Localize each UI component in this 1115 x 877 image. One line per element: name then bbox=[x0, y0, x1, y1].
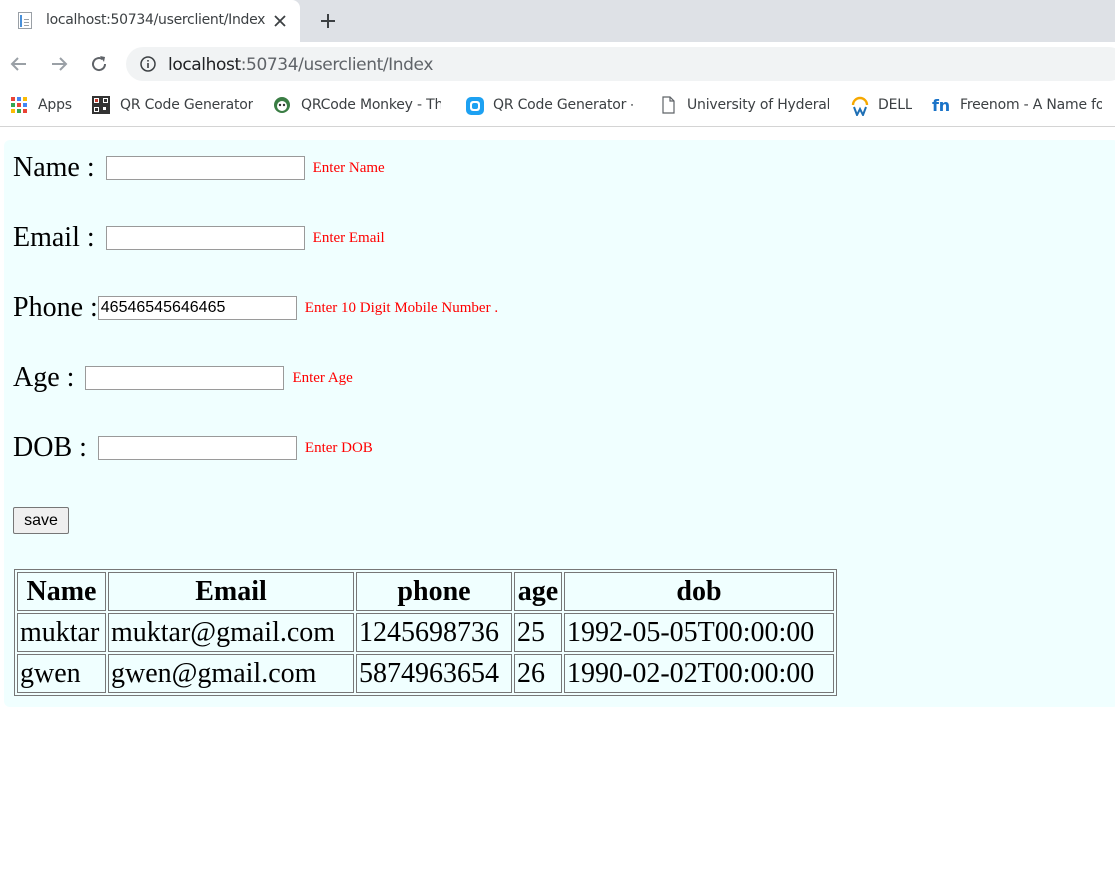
cell-name: muktar bbox=[17, 613, 106, 652]
bookmark-apps[interactable]: Apps bbox=[10, 95, 72, 115]
name-error: Enter Name bbox=[312, 159, 385, 176]
close-tab-icon[interactable] bbox=[272, 13, 288, 29]
dob-row: DOB : Enter DOB bbox=[13, 432, 373, 464]
qr-generator-icon bbox=[465, 96, 484, 115]
qrcode-monkey-icon bbox=[273, 96, 291, 114]
bookmark-freenom[interactable]: fn Freenom - A Name fo bbox=[932, 95, 1102, 115]
dob-error: Enter DOB bbox=[304, 439, 373, 456]
cell-dob: 1990-02-02T00:00:00 bbox=[564, 654, 834, 693]
age-input[interactable] bbox=[85, 366, 285, 390]
bookmark-dell[interactable]: DELL bbox=[850, 95, 912, 118]
browser-toolbar: localhost:50734/userclient/Index bbox=[0, 42, 1115, 86]
age-error: Enter Age bbox=[292, 369, 353, 386]
phone-input[interactable] bbox=[97, 296, 297, 320]
phone-label: Phone : bbox=[13, 292, 98, 323]
bookmark-qr-code-generator[interactable]: QR Code Generator bbox=[92, 95, 253, 115]
tab-title: localhost:50734/userclient/Index bbox=[46, 12, 266, 28]
qr-code-icon bbox=[92, 96, 110, 114]
bookmarks-bar: Apps QR Code Generator QRCode Monkey - T… bbox=[0, 86, 1115, 127]
browser-tab[interactable]: localhost:50734/userclient/Index bbox=[0, 0, 300, 42]
svg-text:fn: fn bbox=[932, 96, 950, 114]
users-table: Name Email phone age dob muktar muktar@g… bbox=[14, 569, 837, 696]
header-phone: phone bbox=[356, 572, 512, 611]
dob-input[interactable] bbox=[97, 436, 297, 460]
name-row: Name : Enter Name bbox=[13, 152, 385, 184]
cell-age: 25 bbox=[514, 613, 562, 652]
name-label: Name : bbox=[13, 152, 102, 183]
save-button[interactable]: save bbox=[13, 507, 69, 534]
back-arrow-icon[interactable] bbox=[9, 54, 29, 74]
tab-strip: localhost:50734/userclient/Index bbox=[0, 0, 1115, 42]
info-icon[interactable] bbox=[140, 56, 156, 72]
bookmark-qrcode-monkey[interactable]: QRCode Monkey - Th bbox=[273, 95, 441, 115]
bookmark-qr-generator[interactable]: QR Code Generator - bbox=[465, 95, 633, 115]
age-row: Age : Enter Age bbox=[13, 362, 353, 394]
phone-error: Enter 10 Digit Mobile Number . bbox=[304, 299, 499, 316]
apps-grid-icon bbox=[10, 96, 28, 114]
header-age: age bbox=[514, 572, 562, 611]
new-tab-icon[interactable] bbox=[318, 11, 338, 31]
freenom-icon: fn bbox=[932, 96, 950, 115]
dell-icon bbox=[850, 96, 869, 118]
page-icon bbox=[659, 96, 677, 114]
cell-phone: 5874963654 bbox=[356, 654, 512, 693]
bookmark-university[interactable]: University of Hyderab bbox=[659, 95, 829, 115]
email-label: Email : bbox=[13, 222, 102, 253]
cell-age: 26 bbox=[514, 654, 562, 693]
cell-dob: 1992-05-05T00:00:00 bbox=[564, 613, 834, 652]
table-row: gwen gwen@gmail.com 5874963654 26 1990-0… bbox=[17, 654, 834, 693]
email-error: Enter Email bbox=[312, 229, 385, 246]
forward-arrow-icon[interactable] bbox=[49, 54, 69, 74]
header-dob: dob bbox=[564, 572, 834, 611]
page-content: Name : Enter Name Email : Enter Email Ph… bbox=[4, 140, 1115, 707]
cell-name: gwen bbox=[17, 654, 106, 693]
table-header-row: Name Email phone age dob bbox=[17, 572, 834, 611]
email-input[interactable] bbox=[105, 226, 305, 250]
name-input[interactable] bbox=[105, 156, 305, 180]
table-row: muktar muktar@gmail.com 1245698736 25 19… bbox=[17, 613, 834, 652]
url-text: localhost:50734/userclient/Index bbox=[168, 55, 433, 75]
cell-email: gwen@gmail.com bbox=[108, 654, 354, 693]
reload-icon[interactable] bbox=[89, 54, 109, 74]
phone-row: Phone : Enter 10 Digit Mobile Number . bbox=[13, 292, 498, 324]
cell-phone: 1245698736 bbox=[356, 613, 512, 652]
dob-label: DOB : bbox=[13, 432, 94, 463]
email-row: Email : Enter Email bbox=[13, 222, 385, 254]
cell-email: muktar@gmail.com bbox=[108, 613, 354, 652]
age-label: Age : bbox=[13, 362, 82, 393]
header-name: Name bbox=[17, 572, 106, 611]
page-favicon-icon bbox=[18, 12, 32, 29]
address-bar[interactable]: localhost:50734/userclient/Index bbox=[126, 47, 1115, 81]
header-email: Email bbox=[108, 572, 354, 611]
